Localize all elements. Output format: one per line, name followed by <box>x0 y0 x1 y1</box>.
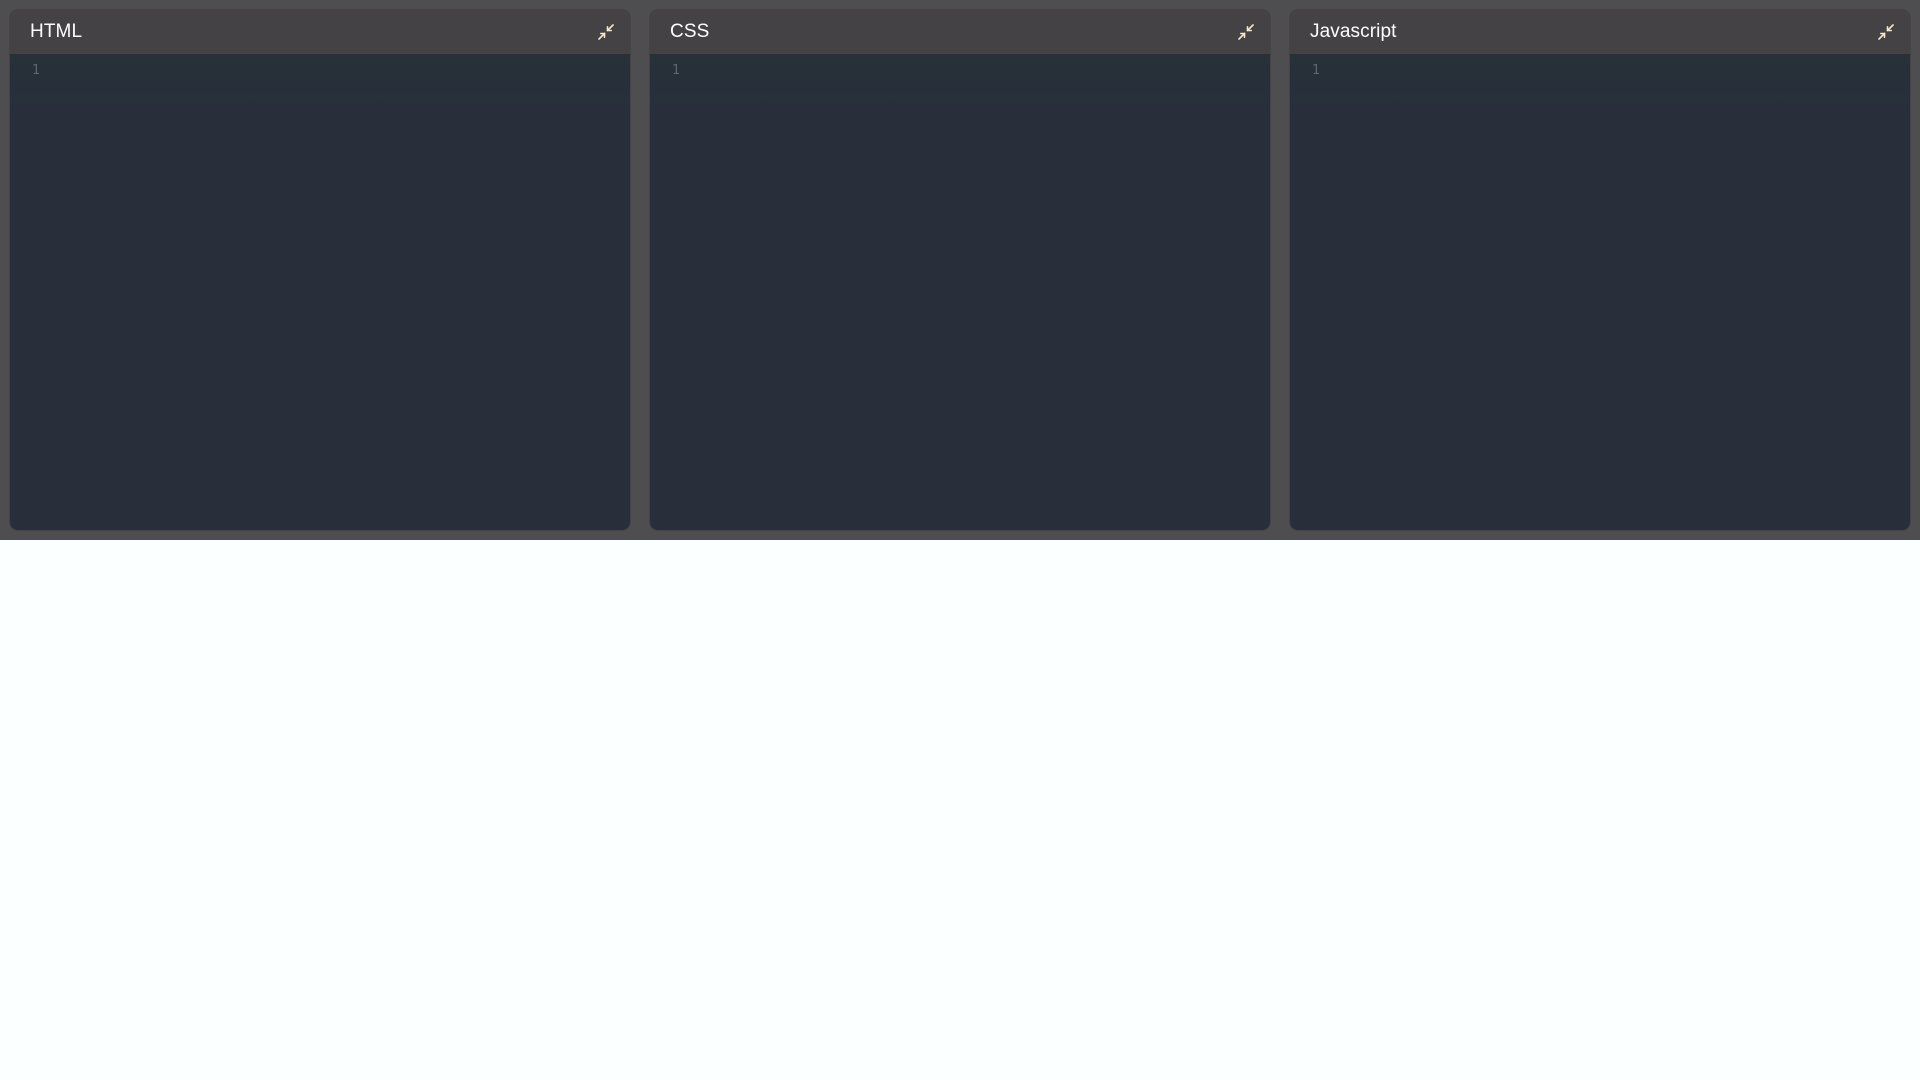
javascript-editor-title: Javascript <box>1310 21 1397 42</box>
minimize-arrows-icon <box>598 24 614 40</box>
line-number: 1 <box>672 63 680 78</box>
html-code-editor[interactable]: 1 <box>10 54 630 530</box>
javascript-editor-header: Javascript <box>1290 10 1910 54</box>
html-editor-panel: HTML 1 <box>10 10 630 530</box>
editors-bar: HTML 1 CSS 1 Javascript 1 <box>0 0 1920 540</box>
css-code-editor[interactable]: 1 <box>650 54 1270 530</box>
css-code-area[interactable] <box>698 60 1262 522</box>
javascript-code-area[interactable] <box>1338 60 1902 522</box>
html-editor-title: HTML <box>30 21 83 42</box>
css-editor-panel: CSS 1 <box>650 10 1270 530</box>
minimize-button[interactable] <box>1236 22 1256 42</box>
css-editor-title: CSS <box>670 21 710 42</box>
css-editor-header: CSS <box>650 10 1270 54</box>
html-code-area[interactable] <box>58 60 622 522</box>
javascript-code-editor[interactable]: 1 <box>1290 54 1910 530</box>
output-preview <box>0 540 1920 1080</box>
line-number: 1 <box>32 63 40 78</box>
line-number: 1 <box>1312 63 1320 78</box>
minimize-arrows-icon <box>1878 24 1894 40</box>
minimize-arrows-icon <box>1238 24 1254 40</box>
minimize-button[interactable] <box>596 22 616 42</box>
javascript-editor-panel: Javascript 1 <box>1290 10 1910 530</box>
minimize-button[interactable] <box>1876 22 1896 42</box>
html-editor-header: HTML <box>10 10 630 54</box>
